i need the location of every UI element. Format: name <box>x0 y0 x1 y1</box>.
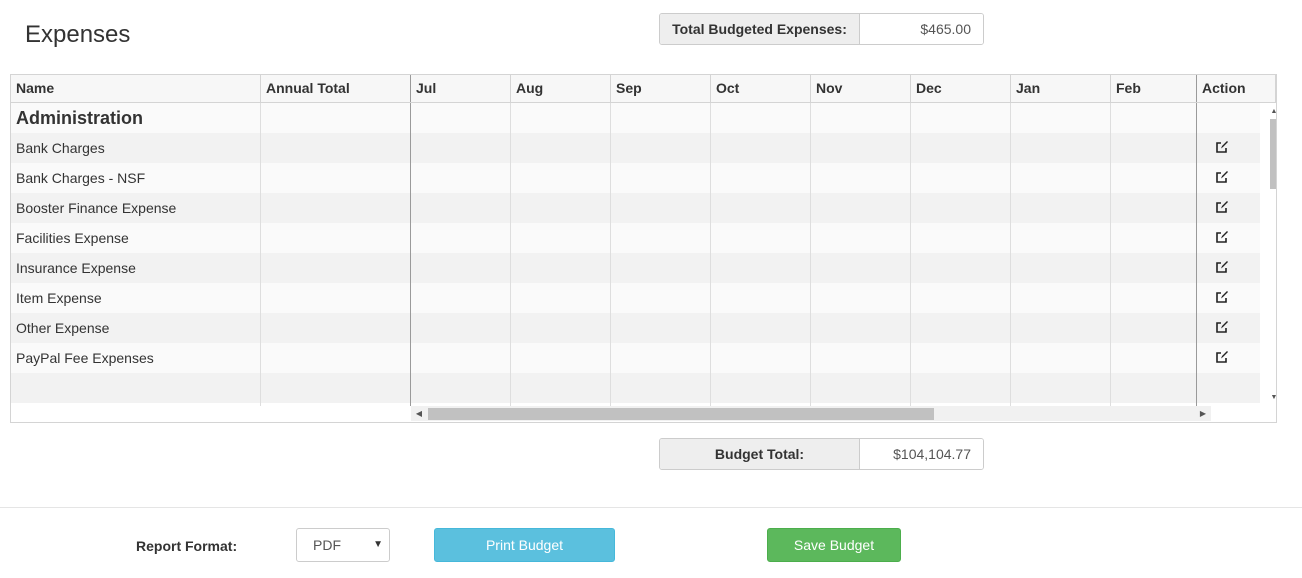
footer-divider <box>0 507 1302 508</box>
scroll-down-arrow-icon[interactable]: ▼ <box>1269 393 1276 403</box>
edit-icon[interactable] <box>1215 260 1229 274</box>
edit-icon[interactable] <box>1215 230 1229 244</box>
column-header-feb[interactable]: Feb <box>1111 75 1197 102</box>
edit-icon[interactable] <box>1215 200 1229 214</box>
expense-name: Other Expense <box>16 320 110 336</box>
column-header-action[interactable]: Action <box>1197 75 1276 102</box>
budget-total-value: $104,104.77 <box>860 439 983 469</box>
column-header-nov[interactable]: Nov <box>811 75 911 102</box>
column-divider <box>1110 103 1111 406</box>
scroll-right-arrow-icon[interactable]: ▶ <box>1196 406 1210 421</box>
edit-icon[interactable] <box>1215 170 1229 184</box>
grid-body[interactable]: Administration Bank Charges Bank Charges -… <box>11 103 1276 406</box>
page-title: Expenses <box>25 21 131 48</box>
expense-name: Bank Charges - NSF <box>16 170 146 186</box>
edit-icon[interactable] <box>1215 140 1229 154</box>
column-divider <box>1196 103 1197 406</box>
column-divider <box>910 103 911 406</box>
report-format-label: Report Format: <box>136 538 238 554</box>
expense-name: Insurance Expense <box>16 260 136 276</box>
report-format-select[interactable]: PDF ▼ <box>296 528 390 562</box>
chevron-down-icon: ▼ <box>373 539 383 550</box>
total-budgeted-expenses: Total Budgeted Expenses: $465.00 <box>659 13 984 45</box>
table-row[interactable]: Bank Charges - NSF <box>11 163 1260 193</box>
table-row[interactable]: Other Expense <box>11 313 1260 343</box>
budget-total: Budget Total: $104,104.77 <box>659 438 984 470</box>
column-header-jul[interactable]: Jul <box>411 75 511 102</box>
expense-name: Booster Finance Expense <box>16 200 177 216</box>
column-divider <box>410 103 411 406</box>
column-divider <box>710 103 711 406</box>
column-divider <box>510 103 511 406</box>
scroll-up-arrow-icon[interactable]: ▲ <box>1269 107 1276 117</box>
expense-name: Facilities Expense <box>16 230 129 246</box>
total-budgeted-expenses-value: $465.00 <box>860 14 983 44</box>
expense-name: PayPal Fee Expenses <box>16 350 154 366</box>
horizontal-scrollbar[interactable]: ◀ ▶ <box>411 406 1211 421</box>
expenses-grid: Name Annual Total Jul Aug Sep Oct Nov Dec Jan Feb… <box>10 74 1277 423</box>
column-divider <box>260 103 261 406</box>
column-header-annual-total[interactable]: Annual Total <box>261 75 411 102</box>
column-divider <box>1010 103 1011 406</box>
group-label: Administration <box>16 108 144 128</box>
expense-name: Bank Charges <box>16 140 105 156</box>
grid-header: Name Annual Total Jul Aug Sep Oct Nov Dec Jan Feb… <box>11 75 1276 103</box>
print-budget-button[interactable]: Print Budget <box>434 528 615 562</box>
budget-total-label: Budget Total: <box>660 439 860 469</box>
column-header-jan[interactable]: Jan <box>1011 75 1111 102</box>
horizontal-scroll-thumb[interactable] <box>428 408 934 420</box>
column-header-name[interactable]: Name <box>11 75 261 102</box>
report-format-value: PDF <box>313 537 341 553</box>
empty-row <box>11 373 1260 403</box>
table-row[interactable]: Facilities Expense <box>11 223 1260 253</box>
group-row: Administration <box>11 103 1260 133</box>
vertical-scroll-thumb[interactable] <box>1270 119 1276 189</box>
expense-name: Item Expense <box>16 290 102 306</box>
total-budgeted-expenses-label: Total Budgeted Expenses: <box>660 14 860 44</box>
table-row[interactable]: Bank Charges <box>11 133 1260 163</box>
save-budget-button[interactable]: Save Budget <box>767 528 901 562</box>
table-row[interactable]: PayPal Fee Expenses <box>11 343 1260 373</box>
edit-icon[interactable] <box>1215 350 1229 364</box>
vertical-scrollbar[interactable]: ▲ ▼ <box>1269 103 1276 405</box>
scroll-left-arrow-icon[interactable]: ◀ <box>412 406 426 421</box>
table-row[interactable]: Insurance Expense <box>11 253 1260 283</box>
column-header-dec[interactable]: Dec <box>911 75 1011 102</box>
column-divider <box>810 103 811 406</box>
column-header-oct[interactable]: Oct <box>711 75 811 102</box>
column-divider <box>610 103 611 406</box>
column-header-sep[interactable]: Sep <box>611 75 711 102</box>
edit-icon[interactable] <box>1215 320 1229 334</box>
table-row[interactable]: Booster Finance Expense <box>11 193 1260 223</box>
edit-icon[interactable] <box>1215 290 1229 304</box>
column-header-aug[interactable]: Aug <box>511 75 611 102</box>
table-row[interactable]: Item Expense <box>11 283 1260 313</box>
